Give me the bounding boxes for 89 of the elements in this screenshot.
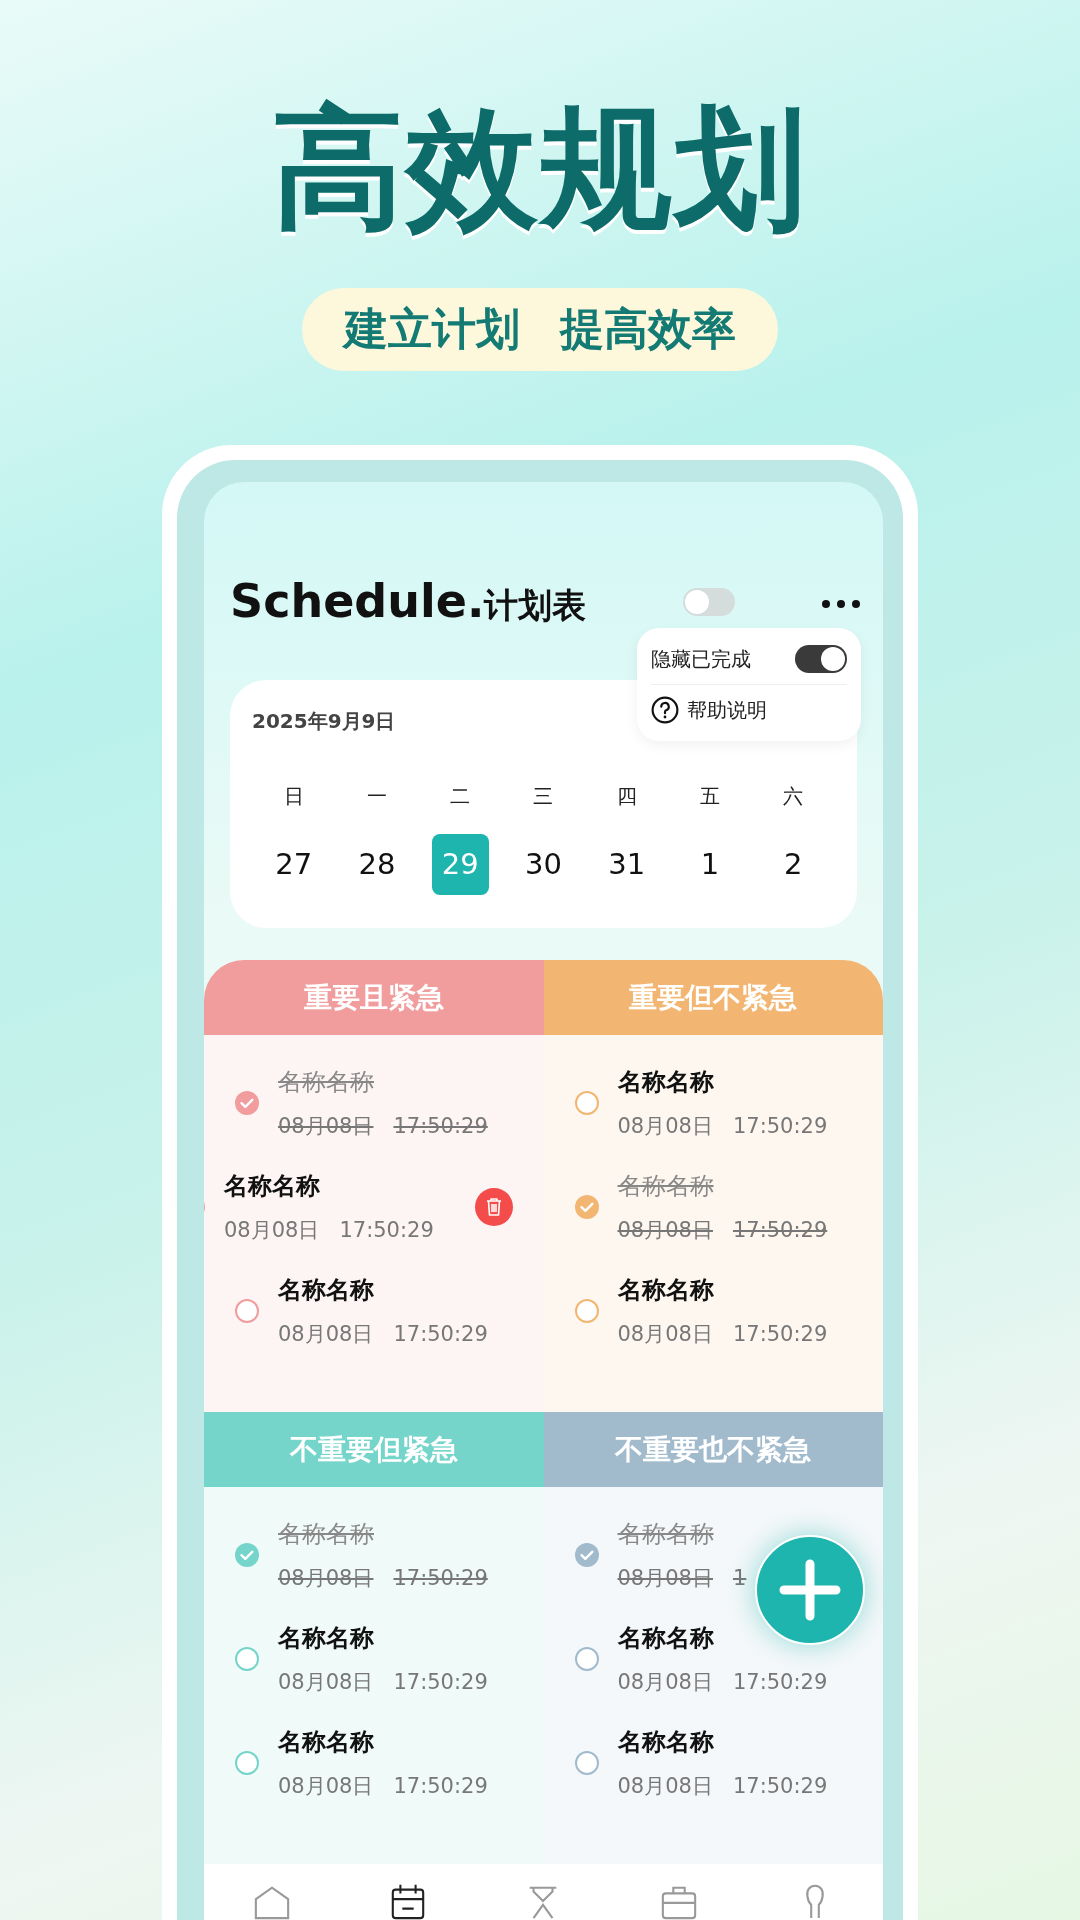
calendar-day[interactable]: 1 (681, 834, 739, 895)
checkbox[interactable] (234, 1298, 260, 1324)
task-row[interactable]: 名称名称 08月08日 1 (543, 1503, 883, 1607)
checkbox[interactable] (573, 1298, 600, 1324)
task-time: 17:50:29 (393, 1669, 488, 1696)
task-name: 名称名称 (224, 1171, 321, 1202)
checkbox[interactable] (573, 1750, 600, 1776)
task-name: 名称名称 (617, 1067, 715, 1098)
task-row[interactable]: 名称名称 08月08日 17:50:29 (204, 1607, 544, 1711)
calendar-day[interactable]: 28 (348, 834, 406, 895)
add-button[interactable] (754, 1534, 866, 1646)
task-time: 17:50:29 (732, 1113, 828, 1140)
task-row[interactable]: 名称名称 08月08日 17:50:29 (543, 1711, 883, 1815)
task-name: 名称名称 (617, 1727, 715, 1758)
task-time: 17:50:29 (732, 1217, 828, 1244)
task-row[interactable]: 名称名称 08月08日 17:50:29 (204, 1503, 544, 1607)
task-date: 08月08日 (278, 1113, 374, 1140)
task-name: 名称名称 (278, 1519, 375, 1550)
calendar-date: 2025年9月9日 (252, 708, 396, 735)
calendar-day[interactable]: 31 (598, 834, 656, 895)
weekday-label: 三 (532, 783, 555, 810)
checkbox[interactable] (573, 1194, 600, 1220)
task-name: 名称名称 (278, 1623, 375, 1654)
task-date: 08月08日 (617, 1565, 713, 1592)
checkbox[interactable] (573, 1646, 600, 1672)
help-icon (651, 696, 679, 724)
task-time: 17:50:29 (393, 1773, 488, 1800)
quadrant-header: 重要且紧急 (204, 960, 544, 1035)
task-date: 08月08日 (278, 1565, 374, 1592)
task-name: 名称名称 (278, 1275, 375, 1306)
menu-item[interactable]: 隐藏已完成 (651, 645, 751, 673)
quadrant-header: 不重要也不紧急 (543, 1412, 883, 1487)
checkbox[interactable] (234, 1090, 260, 1116)
task-row[interactable]: 名称名称 08月08日 17:50:29 (204, 1711, 544, 1815)
tagline-text: 提高效率 (560, 302, 736, 356)
task-date: 08月08日 (617, 1113, 713, 1140)
task-name: 名称名称 (617, 1519, 715, 1550)
checkbox[interactable] (573, 1542, 600, 1568)
checkbox[interactable] (234, 1646, 260, 1672)
weekday-label: 二 (449, 783, 472, 810)
quadrant-header: 不重要但紧急 (204, 1412, 544, 1487)
task-date: 08月08日 (224, 1217, 320, 1244)
menu-item[interactable]: 帮助说明 (687, 696, 767, 724)
checkbox[interactable] (234, 1542, 260, 1568)
task-date: 08月08日 (617, 1217, 713, 1244)
task-date: 08月08日 (278, 1321, 374, 1348)
task-row[interactable]: 名称名称 08月08日 17:50:29 (204, 1155, 544, 1259)
checkbox[interactable] (234, 1750, 260, 1776)
calendar-day[interactable]: 30 (515, 834, 572, 895)
toggle-switch[interactable] (795, 645, 847, 673)
task-time: 17:50:29 (339, 1217, 434, 1244)
task-time: 17:50:29 (393, 1565, 488, 1592)
task-date: 08月08日 (617, 1669, 713, 1696)
headline: 高效规划 (272, 90, 808, 247)
task-name: 名称名称 (617, 1171, 715, 1202)
task-date: 08月08日 (278, 1669, 374, 1696)
tagline-text: 建立计划 (344, 302, 520, 356)
task-date: 08月08日 (278, 1773, 374, 1800)
task-row[interactable]: 名称名称 08月08日 17:50:29 (543, 1051, 883, 1155)
task-row[interactable]: 名称名称 08月08日 17:50:29 (543, 1155, 883, 1259)
task-date: 08月08日 (617, 1321, 713, 1348)
weekday-label: 五 (699, 783, 722, 810)
app-title: Schedule.计划表 (230, 574, 587, 629)
task-time: 17:50:29 (393, 1321, 488, 1348)
task-name: 名称名称 (617, 1623, 715, 1654)
task-row[interactable]: 名称名称 08月08日 17:50:29 (204, 1259, 544, 1363)
toggle-switch[interactable] (683, 588, 735, 616)
task-row[interactable]: 名称名称 08月08日 17:50:29 (204, 1051, 544, 1155)
weekday-label: 日 (282, 783, 305, 810)
task-row[interactable]: 名称名称 08月08日 17:50:29 (543, 1607, 883, 1711)
calendar-day[interactable]: 2 (764, 834, 822, 895)
more-icon[interactable] (821, 599, 861, 609)
task-date: 08月08日 (617, 1773, 713, 1800)
task-time: 17:50:29 (732, 1669, 828, 1696)
task-name: 名称名称 (617, 1275, 715, 1306)
checkbox[interactable] (573, 1090, 600, 1116)
quadrant-header: 重要但不紧急 (543, 960, 883, 1035)
task-name: 名称名称 (278, 1067, 375, 1098)
task-time: 17:50:29 (732, 1773, 828, 1800)
task-name: 名称名称 (278, 1727, 375, 1758)
weekday-label: 一 (365, 783, 388, 810)
weekday-label: 六 (782, 783, 805, 810)
weekday-label: 四 (615, 783, 638, 810)
task-time: 17:50:29 (393, 1113, 488, 1140)
task-time: 17:50:29 (732, 1321, 828, 1348)
calendar-day[interactable]: 27 (265, 834, 323, 895)
task-time: 1 (732, 1565, 747, 1592)
task-row[interactable]: 名称名称 08月08日 17:50:29 (543, 1259, 883, 1363)
delete-icon[interactable] (475, 1188, 513, 1226)
